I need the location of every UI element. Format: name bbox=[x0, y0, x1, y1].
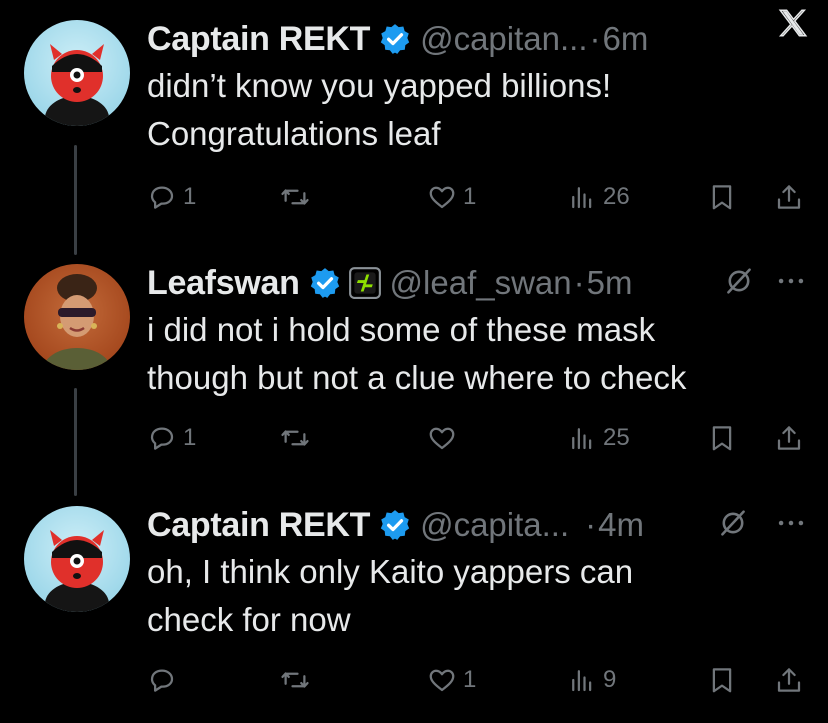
tweet-text-line: Congratulations leaf bbox=[147, 115, 441, 152]
tweet-text-line: check for now bbox=[147, 601, 351, 638]
author-name[interactable]: Leafswan bbox=[147, 264, 300, 303]
affiliate-badge-icon[interactable] bbox=[348, 266, 382, 300]
views-icon bbox=[572, 428, 592, 450]
retweet-button[interactable] bbox=[280, 660, 316, 700]
like-button[interactable]: 1 bbox=[427, 660, 476, 700]
tweet-text-line: didn’t know you yapped billions! bbox=[147, 67, 612, 104]
more-icon[interactable] bbox=[774, 506, 808, 545]
action-bar: 1 1 26 bbox=[147, 177, 817, 217]
reply-button[interactable]: 1 bbox=[147, 177, 196, 217]
reply-button[interactable] bbox=[147, 660, 183, 700]
reply-count: 1 bbox=[183, 424, 197, 451]
like-icon bbox=[429, 427, 455, 450]
view-count: 26 bbox=[603, 183, 630, 210]
separator-dot: · bbox=[585, 506, 597, 543]
tweet-header: Captain REKT @capitan... · 6m bbox=[147, 14, 648, 64]
share-icon bbox=[777, 185, 801, 209]
bookmark-button[interactable] bbox=[707, 660, 737, 700]
views-icon bbox=[572, 670, 592, 692]
views-button[interactable]: 25 bbox=[567, 418, 630, 458]
bookmark-icon bbox=[712, 185, 732, 210]
retweet-icon bbox=[281, 430, 309, 446]
tweet[interactable]: Captain REKT @capita... · 4m oh, I think… bbox=[0, 500, 828, 723]
verified-badge-icon bbox=[378, 22, 412, 56]
like-icon bbox=[429, 186, 455, 209]
action-bar: 1 9 bbox=[147, 660, 817, 700]
reply-icon bbox=[150, 669, 174, 692]
like-count: 1 bbox=[463, 666, 477, 693]
separator-dot: · bbox=[573, 264, 585, 301]
verified-badge-icon bbox=[308, 266, 342, 300]
like-count: 1 bbox=[463, 183, 477, 210]
avatar[interactable] bbox=[24, 506, 130, 612]
muted-icon[interactable] bbox=[722, 264, 756, 303]
tweet[interactable]: Leafswan @leaf_swan · 5m i did not i hol… bbox=[0, 258, 828, 478]
tweet-text: i did not i hold some of these mask thou… bbox=[147, 306, 807, 402]
like-icon bbox=[429, 669, 455, 692]
views-icon bbox=[572, 187, 592, 209]
separator-dot: · bbox=[589, 20, 601, 57]
reply-icon bbox=[150, 427, 174, 450]
like-button[interactable] bbox=[427, 418, 463, 458]
timestamp[interactable]: 4m bbox=[598, 506, 644, 544]
retweet-button[interactable] bbox=[280, 418, 316, 458]
bookmark-icon bbox=[712, 668, 732, 693]
retweet-icon bbox=[281, 672, 309, 688]
action-bar: 1 25 bbox=[147, 418, 817, 458]
bookmark-button[interactable] bbox=[707, 177, 737, 217]
tweet-text-line: oh, I think only Kaito yappers can bbox=[147, 553, 634, 590]
views-button[interactable]: 26 bbox=[567, 177, 630, 217]
share-button[interactable] bbox=[774, 177, 804, 217]
reply-button[interactable]: 1 bbox=[147, 418, 196, 458]
author-handle[interactable]: @leaf_swan bbox=[390, 264, 572, 302]
view-count: 9 bbox=[603, 666, 617, 693]
author-handle[interactable]: @capita... bbox=[420, 506, 569, 544]
tweet-header: Leafswan @leaf_swan · 5m bbox=[147, 258, 633, 308]
author-name[interactable]: Captain REKT bbox=[147, 20, 370, 59]
tweet-text-line: i did not i hold some of these mask bbox=[147, 311, 656, 348]
tweet-text: didn’t know you yapped billions! Congrat… bbox=[147, 62, 807, 158]
bookmark-button[interactable] bbox=[707, 418, 737, 458]
view-count: 25 bbox=[603, 424, 630, 451]
views-button[interactable]: 9 bbox=[567, 660, 616, 700]
author-name[interactable]: Captain REKT bbox=[147, 506, 370, 545]
reply-icon bbox=[150, 186, 174, 209]
tweet-header: Captain REKT @capita... · 4m bbox=[147, 500, 644, 550]
avatar[interactable] bbox=[24, 264, 130, 370]
tweet[interactable]: Captain REKT @capitan... · 6m didn’t kno… bbox=[0, 14, 828, 234]
timestamp[interactable]: 6m bbox=[603, 20, 649, 58]
retweet-button[interactable] bbox=[280, 177, 316, 217]
timestamp[interactable]: 5m bbox=[587, 264, 633, 302]
muted-icon[interactable] bbox=[716, 506, 750, 545]
avatar[interactable] bbox=[24, 20, 130, 126]
retweet-icon bbox=[281, 189, 309, 205]
author-handle[interactable]: @capitan... bbox=[420, 20, 587, 58]
reply-count: 1 bbox=[183, 183, 197, 210]
share-icon bbox=[777, 426, 801, 450]
like-button[interactable]: 1 bbox=[427, 177, 476, 217]
verified-badge-icon bbox=[378, 508, 412, 542]
more-icon[interactable] bbox=[774, 264, 808, 303]
share-button[interactable] bbox=[774, 418, 804, 458]
tweet-text-line: though but not a clue where to check bbox=[147, 359, 687, 396]
bookmark-icon bbox=[712, 426, 732, 451]
share-button[interactable] bbox=[774, 660, 804, 700]
tweet-text: oh, I think only Kaito yappers can check… bbox=[147, 548, 807, 644]
share-icon bbox=[777, 668, 801, 692]
